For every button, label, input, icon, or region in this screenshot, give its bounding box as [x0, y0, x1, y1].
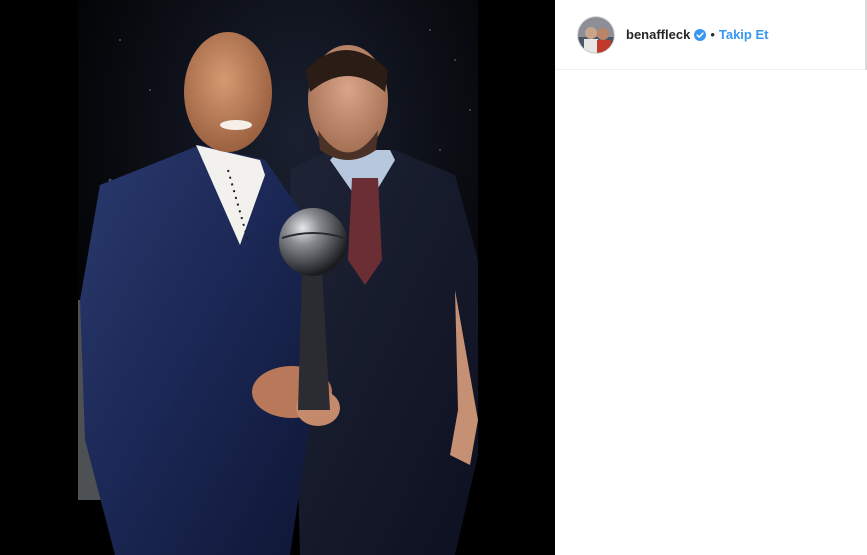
avatar-image [578, 16, 614, 53]
separator-dot: • [710, 27, 715, 42]
post-image [0, 0, 555, 555]
post-header: benaffleck • Takip Et [555, 0, 867, 70]
username-link[interactable]: benaffleck [626, 27, 690, 42]
post-photo[interactable] [0, 0, 555, 555]
verified-badge-icon [694, 28, 707, 41]
follow-button[interactable]: Takip Et [719, 27, 769, 42]
avatar[interactable] [577, 15, 615, 54]
post-side-panel: benaffleck • Takip Et [555, 0, 867, 555]
